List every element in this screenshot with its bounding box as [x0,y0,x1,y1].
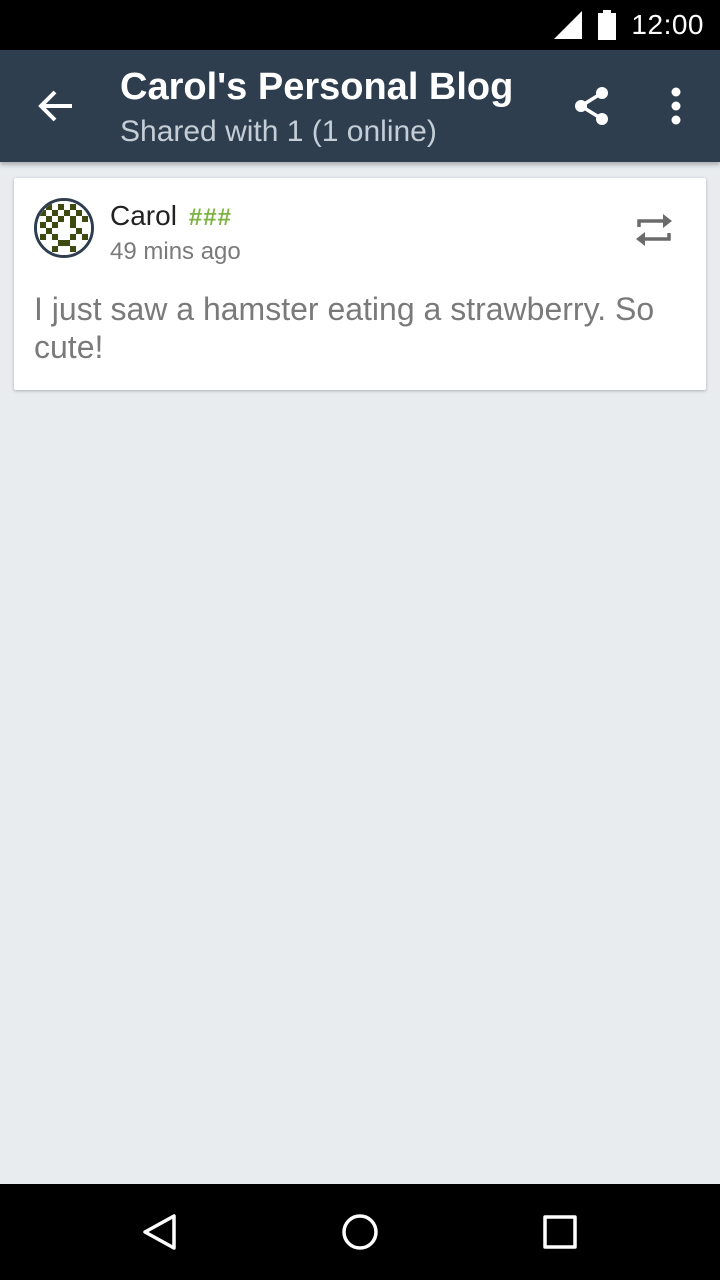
post-body: I just saw a hamster eating a strawberry… [34,291,655,365]
nav-home-button[interactable] [330,1204,390,1260]
author-row: Carol ### [110,200,232,232]
recents-square-icon [543,1215,577,1249]
home-circle-icon [342,1214,378,1250]
more-options-button[interactable] [644,74,708,138]
back-triangle-icon [143,1214,176,1250]
system-nav-bar [0,1184,720,1280]
nav-recents-button[interactable] [530,1204,590,1260]
share-button[interactable] [560,74,624,138]
post-card[interactable]: Carol ### 49 mins ago I just saw a hamst… [14,178,706,390]
author-id-badge: ### [188,204,232,231]
author-name[interactable]: Carol [110,200,177,232]
page-title: Carol's Personal Blog [120,66,514,108]
app-bar: Carol's Personal Blog Shared with 1 (1 o… [0,50,720,162]
share-icon [575,87,608,125]
page-subtitle: Shared with 1 (1 online) [120,115,437,148]
back-button[interactable] [24,74,88,138]
reshare-icon [636,214,672,246]
reshare-button[interactable] [630,206,678,254]
battery-icon [598,10,617,40]
avatar[interactable] [34,198,94,258]
signal-icon [554,11,583,39]
nav-back-button[interactable] [130,1204,190,1260]
status-bar: 12:00 [0,0,720,50]
status-clock: 12:00 [631,9,704,40]
avatar-identicon [37,201,91,255]
more-vert-icon [671,87,681,125]
back-arrow-icon [38,90,72,122]
app-bar-titles: Carol's Personal Blog Shared with 1 (1 o… [120,64,513,152]
post-timestamp: 49 mins ago [110,238,241,265]
